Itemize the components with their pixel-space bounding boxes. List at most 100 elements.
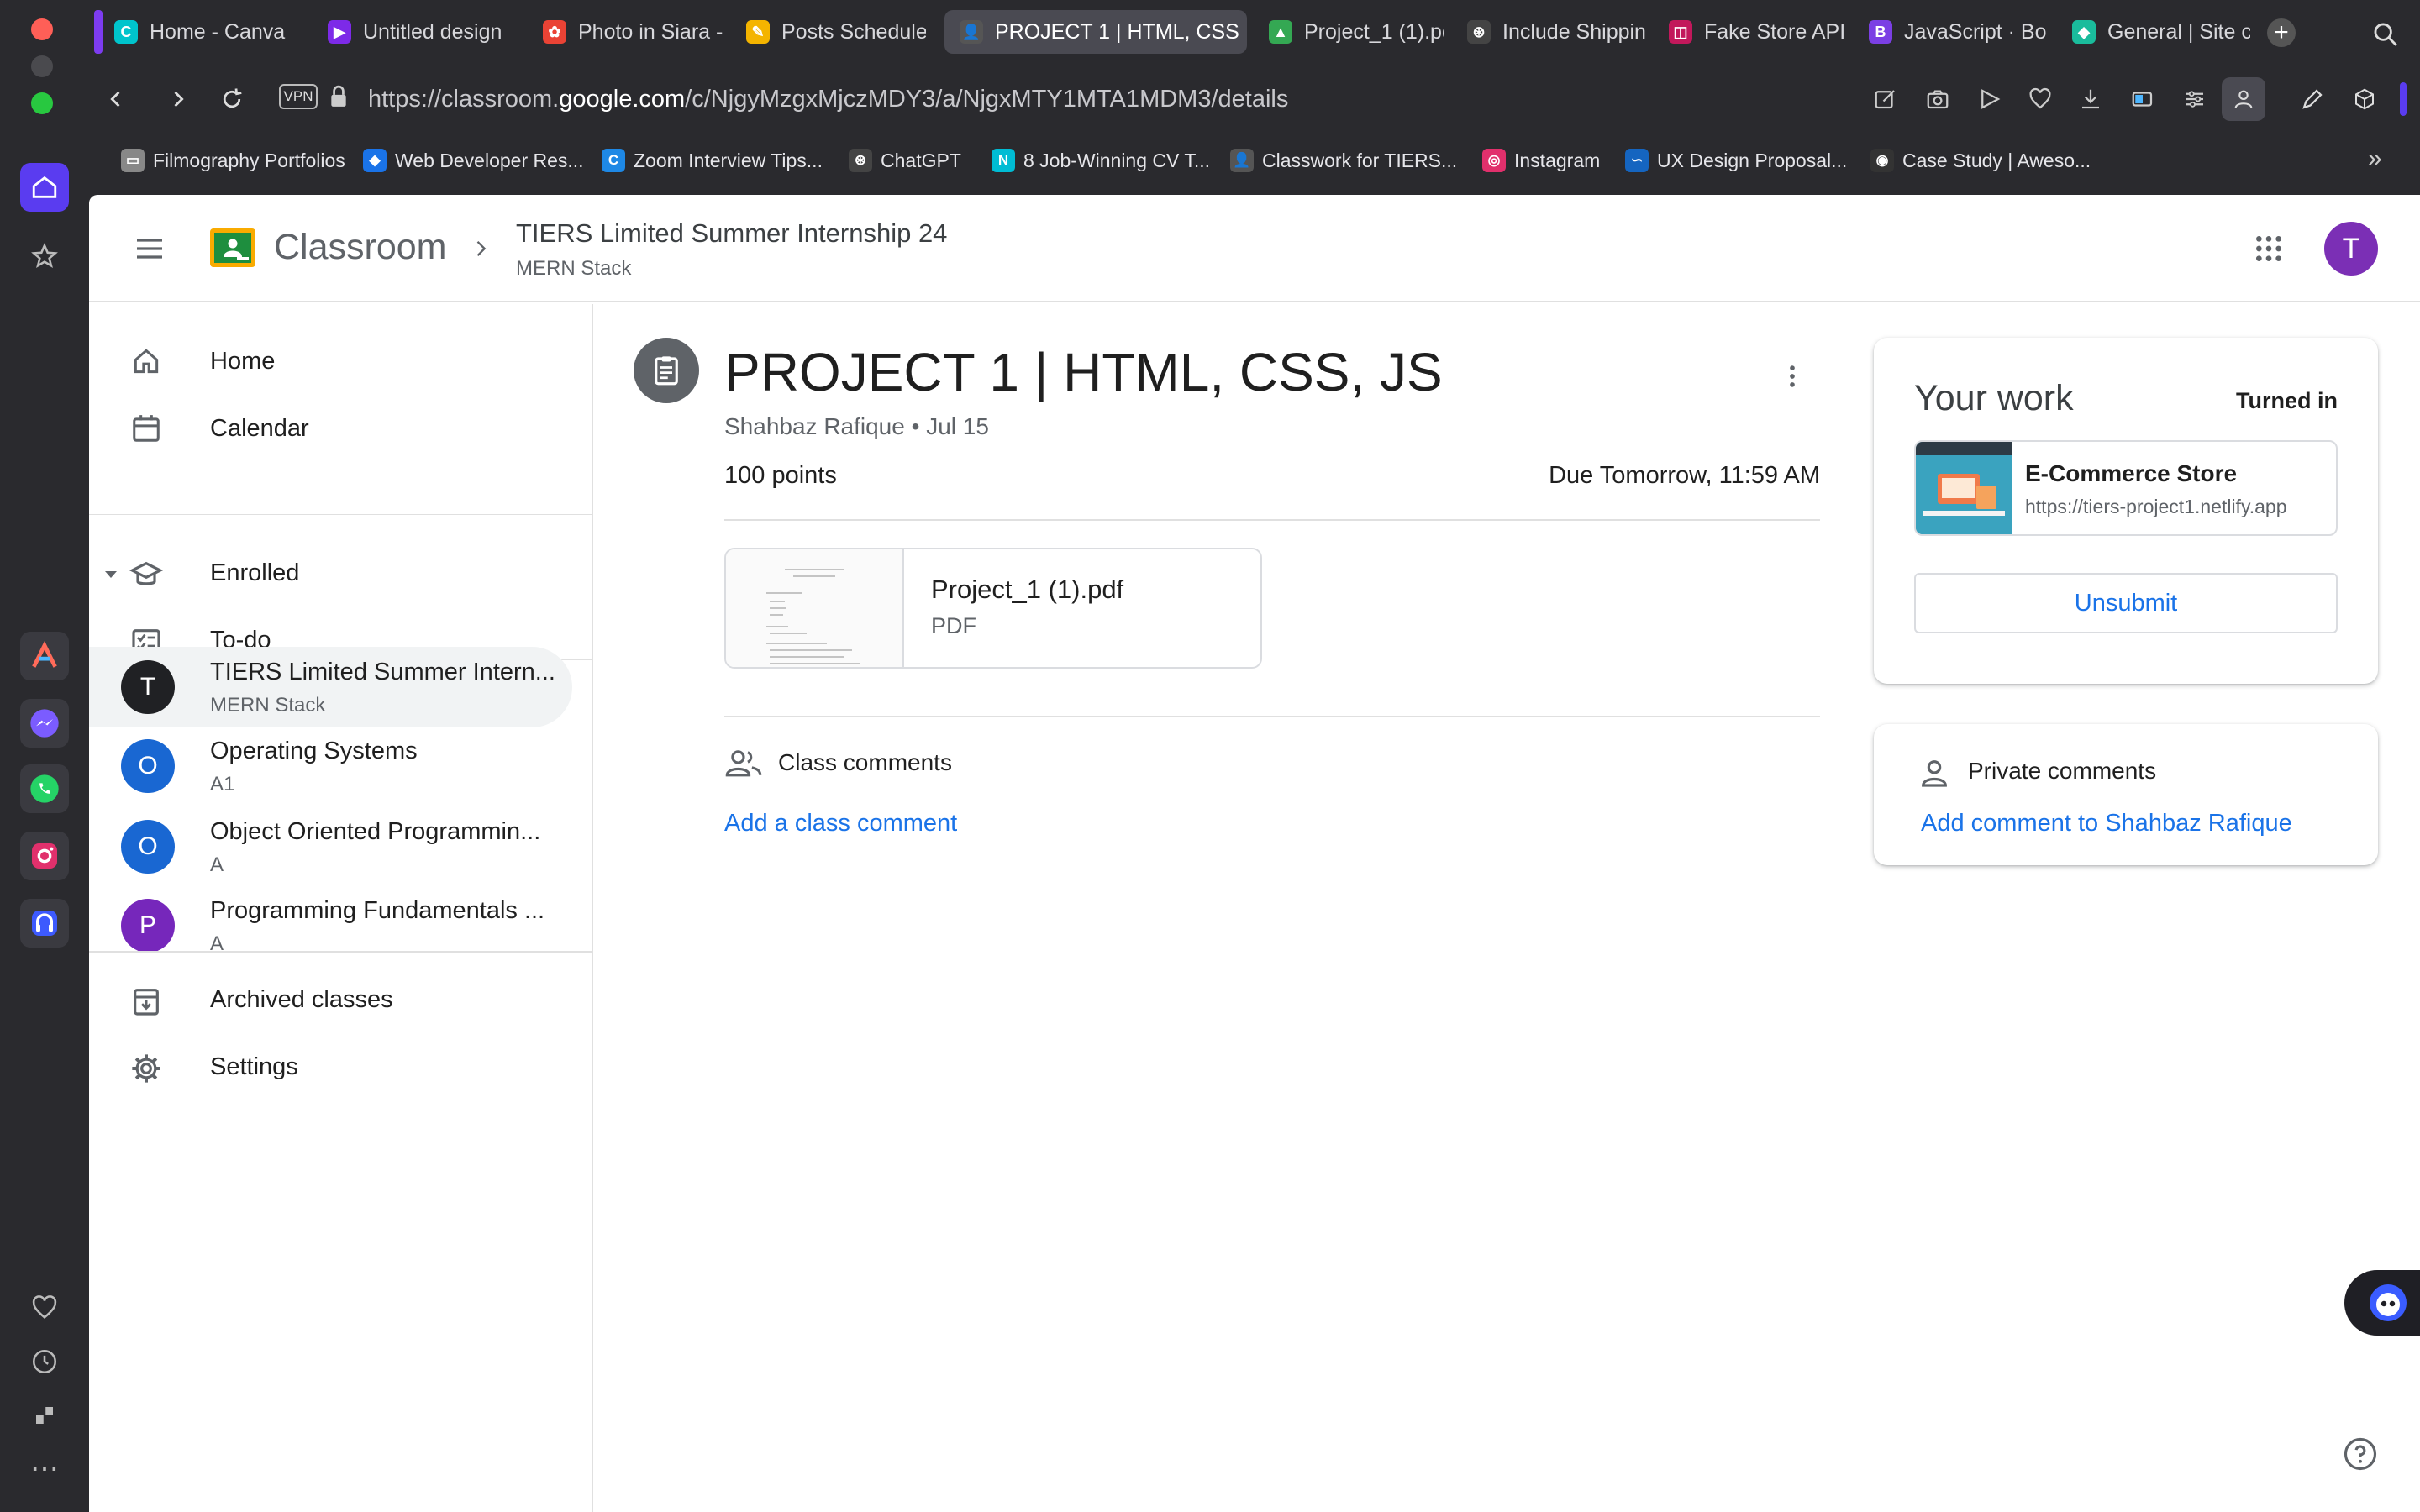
tab-label: Posts Schedule: [781, 19, 926, 44]
back-icon[interactable]: [101, 84, 131, 114]
tab-label: Project_1 (1).pd: [1304, 19, 1444, 44]
reload-icon[interactable]: [217, 84, 247, 114]
nav-home-label: Home: [210, 347, 276, 375]
apps-grid-icon[interactable]: [2252, 232, 2286, 265]
main-menu-icon[interactable]: [133, 232, 166, 265]
whatsapp-icon[interactable]: [20, 764, 69, 813]
heart-icon[interactable]: [20, 1284, 69, 1332]
nav-archived-classes[interactable]: Archived classes: [89, 968, 572, 1035]
nav-enrolled[interactable]: Enrolled: [89, 541, 572, 608]
tab-label: General | Site co: [2107, 19, 2250, 44]
home-icon[interactable]: [20, 163, 69, 212]
bookmark-item[interactable]: ◎ Instagram: [1482, 146, 1600, 175]
heart-outline-icon[interactable]: [2025, 84, 2055, 114]
course-title: Operating Systems: [210, 738, 418, 764]
browser-tab[interactable]: ◆ General | Site co: [2057, 10, 2250, 54]
tab-favicon-icon: ▲: [1269, 20, 1292, 44]
lock-icon[interactable]: [328, 84, 353, 113]
sidebar-toggle-indicator[interactable]: [2400, 82, 2407, 116]
attachment-name: Project_1 (1).pdf: [931, 575, 1124, 604]
browser-tab[interactable]: ▲ Project_1 (1).pd: [1254, 10, 1444, 54]
address-bar-row: VPN https://classroom. google.com/c/NjgyM…: [87, 69, 2420, 129]
bookmark-item[interactable]: ◉ Case Study | Aweso...: [1870, 146, 2091, 175]
course-title: Object Oriented Programmin...: [210, 818, 541, 845]
browser-tab[interactable]: ◫ Fake Store API: [1654, 10, 1844, 54]
add-class-comment-link[interactable]: Add a class comment: [724, 810, 957, 837]
browser-tab[interactable]: ✎ Posts Schedule: [731, 10, 926, 54]
bookmark-item[interactable]: 👤 Classwork for TIERS...: [1230, 146, 1457, 175]
music-icon[interactable]: [20, 899, 69, 948]
app-name[interactable]: Classroom: [274, 227, 447, 268]
assignment-author: Shahbaz Rafique: [724, 413, 905, 439]
course-item[interactable]: T TIERS Limited Summer Intern... MERN Stac…: [89, 647, 572, 727]
nav-calendar[interactable]: Calendar: [89, 395, 572, 462]
browser-tab[interactable]: ✿ Photo in Siara -: [528, 10, 738, 54]
messenger-icon[interactable]: [20, 699, 69, 748]
nav-enrolled-label: Enrolled: [210, 559, 300, 586]
browser-tab[interactable]: ⊛ Include Shipping: [1452, 10, 1647, 54]
browser-tab[interactable]: ▶ Untitled design: [313, 10, 528, 54]
send-icon[interactable]: [1975, 84, 2005, 114]
bookmark-favicon-icon: ◉: [1870, 149, 1894, 172]
pen-icon[interactable]: [2297, 84, 2328, 114]
vpn-badge[interactable]: VPN: [279, 84, 318, 109]
classroom-logo-icon[interactable]: [210, 228, 255, 267]
submission-card[interactable]: E-Commerce Store https://tiers-project1.…: [1914, 440, 2338, 536]
nav-calendar-label: Calendar: [210, 414, 309, 442]
new-tab-button[interactable]: +: [2267, 18, 2296, 47]
browser-tab[interactable]: B JavaScript · Boo: [1854, 10, 2047, 54]
extensions-icon[interactable]: [20, 1391, 69, 1440]
assignment-icon: [634, 338, 699, 403]
nav-home[interactable]: Home: [89, 328, 572, 395]
bookmark-item[interactable]: C Zoom Interview Tips...: [602, 146, 823, 175]
instagram-icon[interactable]: [20, 832, 69, 880]
bookmark-item[interactable]: ▭ Filmography Portfolios: [121, 146, 345, 175]
course-item[interactable]: O Object Oriented Programmin... A: [89, 806, 572, 887]
forward-icon[interactable]: [163, 84, 193, 114]
course-section-breadcrumb: MERN Stack: [516, 257, 632, 280]
bookmark-item[interactable]: ◆ Web Developer Res...: [363, 146, 584, 175]
caret-down-icon[interactable]: [101, 564, 121, 585]
minimize-window-button[interactable]: [31, 55, 53, 77]
browser-tab[interactable]: C Home - Canva: [99, 10, 294, 54]
add-private-comment-link[interactable]: Add comment to Shahbaz Rafique: [1921, 810, 2292, 837]
battery-saver-icon[interactable]: [2128, 84, 2158, 114]
bookmark-item[interactable]: ⊛ ChatGPT: [849, 146, 961, 175]
nav-settings[interactable]: Settings: [89, 1035, 572, 1102]
history-icon[interactable]: [20, 1337, 69, 1386]
search-icon[interactable]: [2371, 20, 2400, 49]
nav-settings-label: Settings: [210, 1053, 298, 1080]
more-bookmarks-icon[interactable]: »: [2368, 144, 2382, 173]
maximize-window-button[interactable]: [31, 92, 53, 114]
unsubmit-button[interactable]: Unsubmit: [1914, 573, 2338, 633]
close-window-button[interactable]: [31, 18, 53, 40]
floating-assistant-button[interactable]: [2344, 1270, 2420, 1336]
assignment-title: PROJECT 1 | HTML, CSS, JS: [724, 342, 1443, 402]
attachment-card[interactable]: Project_1 (1).pdf PDF: [724, 548, 1262, 669]
star-icon[interactable]: [20, 232, 69, 281]
tab-label: JavaScript · Boo: [1904, 19, 2047, 44]
course-section: A1: [210, 773, 235, 795]
more-vert-icon[interactable]: [1778, 360, 1807, 393]
profile-icon[interactable]: [2222, 77, 2265, 121]
browser-tab[interactable]: 👤 PROJECT 1 | HTML, CSS: [944, 10, 1247, 54]
course-title-breadcrumb[interactable]: TIERS Limited Summer Internship 24: [516, 218, 947, 249]
bookmark-item[interactable]: N 8 Job-Winning CV T...: [992, 146, 1210, 175]
download-icon[interactable]: [2075, 84, 2106, 114]
easy-setup-icon[interactable]: [2180, 84, 2210, 114]
course-item[interactable]: P Programming Fundamentals ... A: [89, 885, 572, 966]
assignment-points: 100 points: [724, 462, 837, 489]
cube-icon[interactable]: [2349, 84, 2380, 114]
assignment-due: Due Tomorrow, 11:59 AM: [1549, 462, 1820, 489]
course-avatar: O: [121, 820, 175, 874]
user-avatar[interactable]: T: [2324, 222, 2378, 276]
pdf-thumbnail: [726, 549, 904, 667]
aria-icon[interactable]: [20, 632, 69, 680]
more-icon[interactable]: ⋯: [20, 1445, 69, 1494]
help-icon[interactable]: [2343, 1436, 2378, 1472]
course-item[interactable]: O Operating Systems A1: [89, 726, 572, 806]
bookmark-item[interactable]: ∽ UX Design Proposal...: [1625, 146, 1847, 175]
edit-icon[interactable]: [1870, 84, 1901, 114]
camera-icon[interactable]: [1923, 84, 1953, 114]
url-field[interactable]: https://classroom. google.com/c/NjgyMzgxM…: [368, 77, 1998, 121]
